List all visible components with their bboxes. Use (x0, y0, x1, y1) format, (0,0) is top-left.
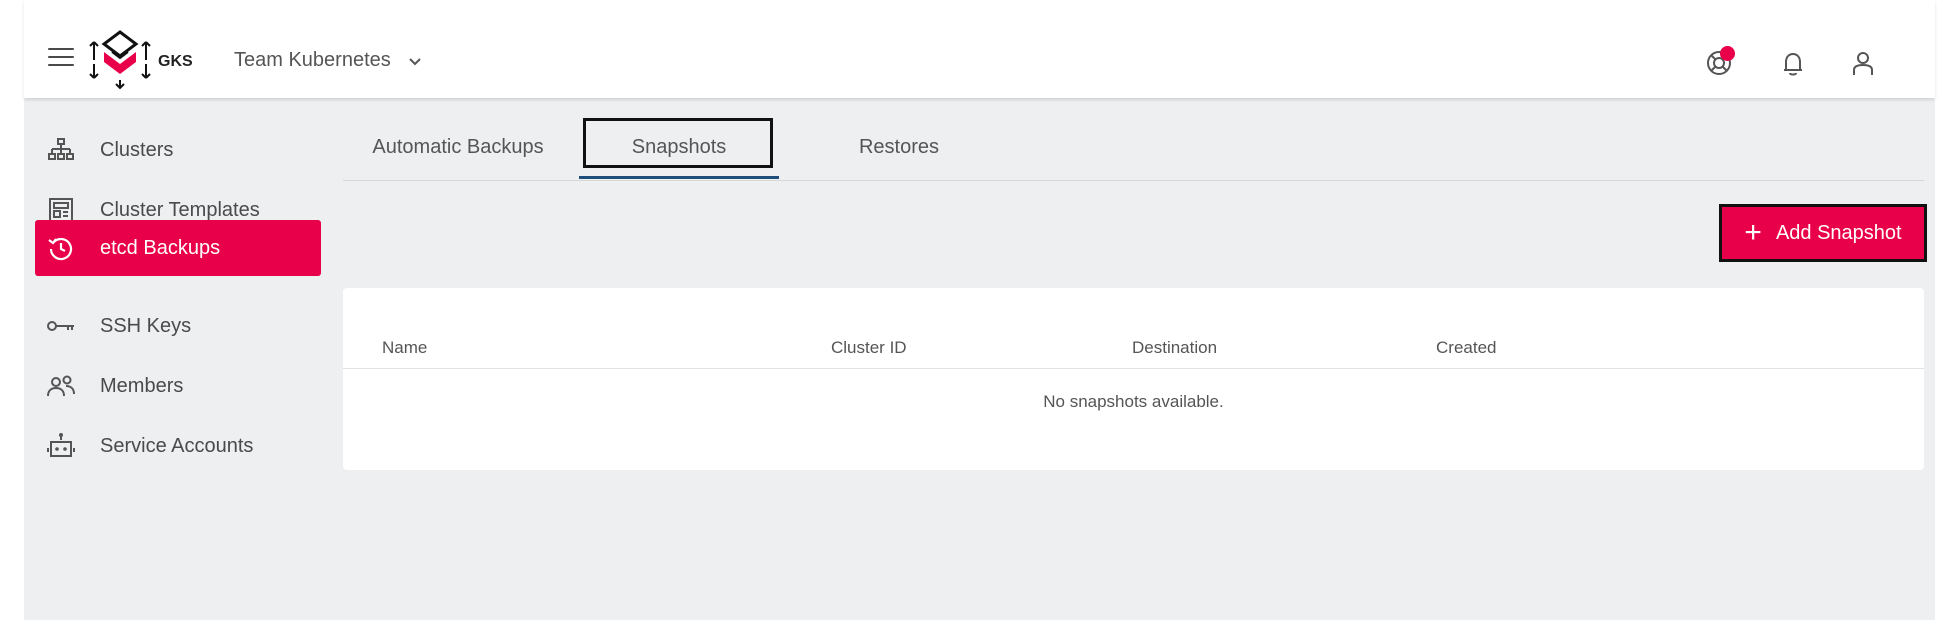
plus-icon: + (1744, 216, 1762, 249)
tab-label: Automatic Backups (372, 135, 544, 158)
key-icon (46, 311, 76, 341)
logo-text: GKS (158, 53, 193, 70)
sidebar-item-ssh-keys[interactable]: SSH Keys (35, 298, 321, 354)
sidebar-item-label: etcd Backups (100, 236, 221, 259)
tab-label: Snapshots (631, 135, 727, 158)
empty-state-message: No snapshots available. (1043, 392, 1224, 411)
sidebar-item-label: SSH Keys (100, 314, 192, 337)
add-snapshot-button[interactable]: + Add Snapshot (1719, 204, 1927, 262)
column-header-name[interactable]: Name (382, 338, 427, 358)
active-tab-indicator (579, 176, 779, 179)
sidebar: Clusters Cluster Templates etcd Backups … (24, 98, 344, 620)
tab-label: Restores (858, 135, 940, 158)
sitemap-icon (46, 135, 76, 165)
sidebar-item-label: Cluster Templates (100, 198, 260, 221)
sidebar-item-label: Clusters (100, 138, 174, 161)
tab-snapshots[interactable]: Snapshots (579, 118, 779, 179)
top-header: GKS Team Kubernetes (24, 0, 1935, 98)
column-header-cluster-id[interactable]: Cluster ID (831, 338, 907, 358)
backup-tabs: Automatic Backups Snapshots Restores (343, 118, 1924, 181)
help-icon[interactable] (1704, 46, 1738, 82)
notification-dot (1720, 46, 1735, 61)
project-name: Team Kubernetes (234, 49, 391, 71)
sidebar-item-service-accounts[interactable]: Service Accounts (35, 418, 321, 474)
sidebar-item-label: Service Accounts (100, 434, 254, 457)
sidebar-item-etcd-backups[interactable]: etcd Backups (35, 220, 321, 276)
bell-icon[interactable] (1778, 48, 1812, 82)
sidebar-item-label: Members (100, 374, 184, 397)
tab-automatic-backups[interactable]: Automatic Backups (343, 118, 573, 176)
column-header-destination[interactable]: Destination (1132, 338, 1217, 358)
table-header: Name Cluster ID Destination Created (343, 328, 1924, 369)
tab-restores[interactable]: Restores (789, 118, 1009, 176)
user-icon[interactable] (1848, 48, 1882, 82)
add-snapshot-label: Add Snapshot (1775, 221, 1902, 244)
robot-icon (46, 431, 76, 461)
chevron-down-icon (409, 57, 421, 65)
column-header-created[interactable]: Created (1436, 338, 1496, 358)
snapshots-table: Name Cluster ID Destination Created No s… (343, 288, 1924, 470)
menu-icon[interactable] (48, 48, 74, 66)
app-root: GKS Team Kubernetes Clusters Cluster Tem… (24, 0, 1935, 620)
members-icon (46, 371, 76, 401)
sidebar-item-clusters[interactable]: Clusters (35, 122, 321, 178)
sidebar-item-members[interactable]: Members (35, 358, 321, 414)
project-selector[interactable]: Team Kubernetes (234, 49, 423, 72)
main-area: Clusters Cluster Templates etcd Backups … (24, 98, 1935, 620)
history-icon (46, 233, 76, 263)
